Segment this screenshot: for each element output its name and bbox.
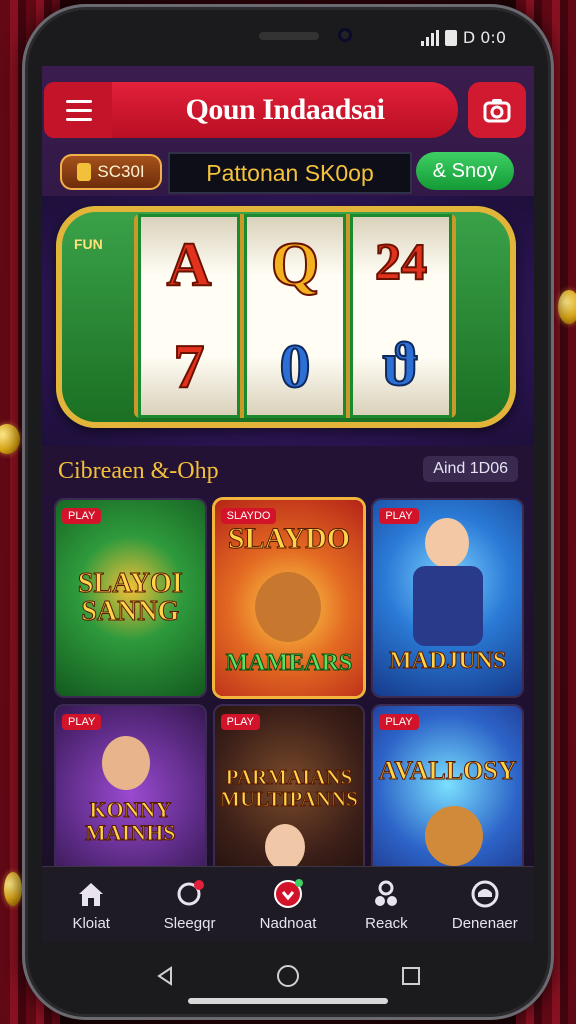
nav-label: Sleegqr bbox=[163, 914, 216, 932]
coin-balance-value: SC30I bbox=[97, 162, 145, 181]
nav-label: Nadnoat bbox=[259, 914, 317, 932]
game-tag: PLAY bbox=[220, 714, 260, 730]
bear-mascot-icon bbox=[254, 572, 321, 642]
promo-row: SC30I Pattonan SK0op & Snoy bbox=[42, 150, 534, 194]
coin-icon bbox=[77, 163, 92, 181]
reel-symbol: ϑ bbox=[381, 330, 420, 399]
game-tag: PLAY bbox=[379, 508, 419, 524]
game-title: MADJUNS bbox=[389, 648, 507, 675]
game-grid: PLAY SLAYOI SANNG SLAYDO SLAYDO MAMEARS … bbox=[56, 500, 522, 902]
game-title: MAMEARS bbox=[225, 650, 353, 677]
system-nav bbox=[22, 946, 554, 1006]
app-screen: Qoun Indaadsai SC30I Pattonan SK0op & Sn… bbox=[42, 66, 534, 942]
game-card[interactable]: PLAY MADJUNS bbox=[373, 500, 522, 696]
slot-machine-area: FUN A 7 Q 0 24 ϑ bbox=[42, 196, 534, 446]
record-icon bbox=[274, 878, 304, 908]
status-indicators: D 0:0 bbox=[420, 28, 506, 47]
nav-item-profile[interactable]: Denenaer bbox=[436, 867, 534, 942]
coin-balance[interactable]: SC30I bbox=[60, 154, 162, 190]
reel-symbol: 0 bbox=[279, 333, 312, 401]
reel-symbol: 24 bbox=[374, 233, 428, 291]
shop-button[interactable]: & Snoy bbox=[416, 152, 514, 190]
game-title-top: SLAYDO bbox=[227, 522, 351, 556]
host-suit bbox=[413, 566, 484, 646]
chat-icon bbox=[177, 879, 204, 905]
section-title: Cibreaen &-Ohp bbox=[58, 458, 219, 484]
app-title: Qoun Indaadsai bbox=[185, 93, 385, 126]
section-header: Cibreaen &-Ohp Aind 1D06 bbox=[42, 446, 534, 496]
coin-decoration bbox=[558, 290, 576, 324]
recents-icon[interactable] bbox=[400, 965, 422, 987]
game-tag: PLAY bbox=[62, 508, 102, 524]
game-title: KONNY MAINHS bbox=[85, 797, 176, 846]
nav-label: Reack bbox=[365, 914, 408, 932]
reel-symbol: Q bbox=[270, 231, 320, 299]
reels: A 7 Q 0 24 ϑ bbox=[134, 214, 456, 418]
slot-left-label: FUN bbox=[74, 236, 103, 252]
home-icon bbox=[79, 882, 104, 906]
app-title-bar: Qoun Indaadsai bbox=[112, 82, 458, 138]
host-avatar-icon bbox=[425, 518, 470, 568]
game-title: AVALLOSY bbox=[378, 756, 517, 786]
player-avatar-icon bbox=[264, 824, 305, 870]
promo-banner[interactable]: Pattonan SK0op bbox=[168, 152, 412, 194]
camera-button[interactable] bbox=[468, 82, 526, 138]
nav-item-people[interactable]: Reack bbox=[337, 867, 435, 942]
game-card[interactable]: PLAY SLAYOI SANNG bbox=[56, 500, 205, 696]
nav-item-record[interactable]: Nadnoat bbox=[239, 867, 337, 942]
reel-2: Q 0 bbox=[244, 214, 346, 418]
back-icon[interactable] bbox=[154, 965, 176, 987]
reel-symbol: 7 bbox=[173, 333, 206, 401]
app-header: Qoun Indaadsai bbox=[42, 80, 534, 140]
signal-icon bbox=[420, 29, 439, 46]
slot-machine[interactable]: FUN A 7 Q 0 24 ϑ bbox=[56, 206, 516, 428]
nav-label: Kloiat bbox=[72, 914, 110, 932]
shop-button-label: & Snoy bbox=[432, 159, 498, 182]
coin-decoration bbox=[4, 872, 22, 906]
home-circle-icon[interactable] bbox=[276, 964, 300, 988]
reel-3: 24 ϑ bbox=[350, 214, 452, 418]
status-time: D 0:0 bbox=[462, 28, 506, 47]
home-indicator[interactable] bbox=[188, 998, 388, 1004]
bottom-nav: Kloiat Sleegqr Nadnoat Reack Denenaer bbox=[42, 866, 534, 942]
player-avatar-icon bbox=[102, 736, 150, 790]
status-bar: D 0:0 bbox=[22, 24, 554, 64]
battery-icon bbox=[444, 29, 457, 46]
section-see-all-link[interactable]: Aind 1D06 bbox=[423, 456, 518, 482]
menu-button[interactable] bbox=[44, 82, 112, 138]
reel-symbol: A bbox=[166, 231, 213, 299]
game-title: PARMAIANS MULTIPANNS bbox=[220, 765, 359, 812]
camera-icon bbox=[483, 99, 511, 123]
people-icon bbox=[375, 880, 398, 906]
game-tag: PLAY bbox=[62, 714, 102, 730]
nav-label: Denenaer bbox=[451, 914, 518, 932]
game-title: SLAYOI SANNG bbox=[77, 568, 183, 627]
game-card[interactable]: SLAYDO SLAYDO MAMEARS bbox=[214, 500, 364, 696]
reel-1: A 7 bbox=[138, 214, 240, 418]
nav-item-home[interactable]: Kloiat bbox=[42, 867, 140, 942]
dog-mascot-icon bbox=[425, 806, 484, 866]
promo-banner-text: Pattonan SK0op bbox=[206, 159, 374, 186]
profile-icon bbox=[471, 880, 499, 907]
front-camera bbox=[338, 28, 352, 42]
game-tag: PLAY bbox=[379, 714, 419, 730]
slot-left-panel: FUN bbox=[74, 226, 134, 408]
nav-item-chat[interactable]: Sleegqr bbox=[140, 867, 238, 942]
speaker bbox=[259, 32, 319, 40]
